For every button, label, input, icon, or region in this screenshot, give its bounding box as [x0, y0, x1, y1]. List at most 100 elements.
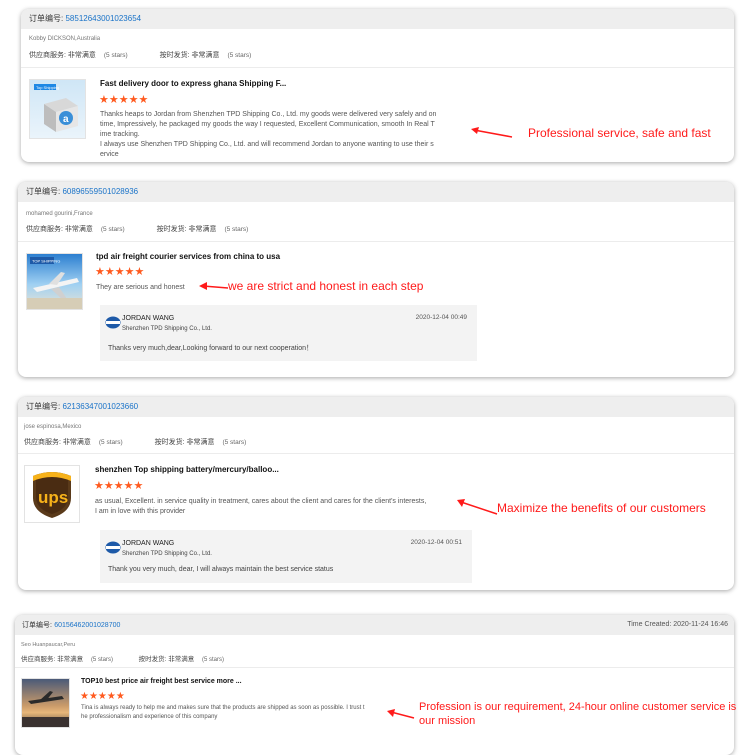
- airplane-sunset-image: [22, 691, 69, 727]
- supplier-service-label: 供应商服务:: [29, 52, 66, 59]
- divider: [18, 241, 734, 242]
- product-thumbnail[interactable]: [21, 678, 70, 728]
- product-thumbnail[interactable]: Top Shipping a: [29, 79, 86, 139]
- shipping-stars-note: (5 stars): [224, 226, 249, 233]
- airplane-image: TOP SHIPPING: [27, 257, 82, 309]
- supplier-stars-note: (5 stars): [90, 657, 113, 663]
- order-number-link[interactable]: 60896559501028936: [62, 187, 138, 196]
- product-title-link[interactable]: tpd air freight courier services from ch…: [96, 252, 280, 261]
- supplier-service-label: 供应商服务:: [26, 226, 63, 233]
- company-logo-icon: [105, 316, 121, 329]
- shipping-stars-note: (5 stars): [202, 657, 225, 663]
- supplier-service-value: 非常满意: [67, 52, 96, 59]
- shipping-label: 按时发货:: [156, 226, 187, 233]
- company-logo-icon: [105, 541, 121, 554]
- shipping-label: 按时发货:: [159, 52, 190, 59]
- annotation-arrow: [387, 709, 415, 719]
- review-line: ervice: [100, 151, 119, 158]
- order-number-link[interactable]: 62136347001023660: [62, 402, 138, 411]
- review-text: as usual, Excellent. in service quality …: [95, 497, 426, 517]
- order-bar: 订单编号: 62136347001023660: [18, 397, 734, 417]
- reply-text: Thank you very much, dear, I will always…: [108, 566, 334, 573]
- supplier-stars-note: (5 stars): [98, 439, 123, 446]
- review-text: Thanks heaps to Jordan from Shenzhen TPD…: [100, 110, 470, 160]
- ratings-row: 供应商服务: 非常满意 (5 stars) 按时发货: 非常满意 (5 star…: [29, 50, 251, 60]
- supplier-service-value: 非常满意: [62, 439, 91, 446]
- annotation-arrow: [471, 127, 513, 138]
- divider: [18, 453, 734, 454]
- ratings-row: 供应商服务: 非常满意 (5 stars) 按时发货: 非常满意 (5 star…: [26, 224, 248, 234]
- annotation-arrow: [457, 499, 498, 515]
- shipping-label: 按时发货:: [154, 439, 185, 446]
- annotation-text: Professional service, safe and fast: [528, 126, 711, 140]
- buyer-name: Seo Huanpaucar,Peru: [21, 642, 76, 648]
- time-created: Time Created: 2020-11-24 16:46: [627, 621, 728, 628]
- reply-author: JORDAN WANG: [122, 540, 175, 547]
- order-label: 订单编号:: [29, 14, 64, 23]
- buyer-name: jose espinosa,Mexico: [24, 424, 82, 430]
- shipping-value: 非常满意: [168, 656, 195, 663]
- annotation-text: Maximize the benefits of our customers: [497, 501, 706, 515]
- review-line: as usual, Excellent. in service quality …: [95, 498, 427, 505]
- review-line: Tina is always ready to help me and make…: [81, 705, 365, 711]
- supplier-stars-note: (5 stars): [100, 226, 125, 233]
- supplier-service-value: 非常满意: [57, 656, 84, 663]
- review-line: time, Impressively, he packaged my goods…: [100, 121, 435, 128]
- seller-reply: JORDAN WANG Shenzhen TPD Shipping Co., L…: [100, 530, 472, 583]
- product-title-link[interactable]: shenzhen Top shipping battery/mercury/ba…: [95, 465, 279, 474]
- supplier-service-label: 供应商服务:: [24, 439, 61, 446]
- reply-date: 2020-12-04 00:51: [410, 539, 462, 546]
- order-number-link[interactable]: 58512643001023654: [65, 14, 141, 23]
- product-title-link[interactable]: Fast delivery door to express ghana Ship…: [100, 79, 286, 88]
- rating-stars: ★★★★★: [94, 480, 144, 492]
- order-label: 订单编号:: [26, 187, 61, 196]
- review-line: Thanks heaps to Jordan from Shenzhen TPD…: [100, 111, 437, 118]
- svg-text:TOP SHIPPING: TOP SHIPPING: [32, 259, 60, 264]
- shipping-label: 按时发货:: [138, 656, 167, 663]
- shipping-value: 非常满意: [191, 52, 220, 59]
- annotation-line: our mission: [419, 715, 476, 727]
- review-card-4: 订单编号: 60156462001028700 Time Created: 20…: [15, 615, 734, 755]
- order-bar: 订单编号: 58512643001023654: [21, 9, 734, 29]
- review-line: I always use Shenzhen TPD Shipping Co., …: [100, 141, 434, 148]
- review-line: They are serious and honest: [96, 284, 185, 291]
- review-line: ime tracking.: [100, 131, 140, 138]
- annotation-text: we are strict and honest in each step: [228, 279, 424, 293]
- rating-stars: ★★★★★: [99, 94, 149, 106]
- shipping-value: 非常满意: [186, 439, 215, 446]
- reply-company: Shenzhen TPD Shipping Co., Ltd.: [122, 326, 212, 332]
- review-text: Tina is always ready to help me and make…: [81, 704, 365, 722]
- product-title-link[interactable]: TOP10 best price air freight best servic…: [81, 678, 242, 685]
- product-thumbnail[interactable]: ups: [24, 465, 80, 523]
- order-bar: 订单编号: 60156462001028700 Time Created: 20…: [15, 615, 734, 635]
- shipping-value: 非常满意: [188, 226, 217, 233]
- annotation-text: Profession is our requirement, 24-hour o…: [419, 700, 736, 728]
- seller-reply: JORDAN WANG Shenzhen TPD Shipping Co., L…: [100, 305, 477, 361]
- annotation-line: Profession is our requirement, 24-hour o…: [419, 701, 737, 713]
- rating-stars: ★★★★★: [95, 266, 145, 278]
- shipping-stars-note: (5 stars): [222, 439, 247, 446]
- svg-text:a: a: [63, 114, 69, 125]
- order-number-link[interactable]: 60156462001028700: [54, 622, 120, 629]
- annotation-arrow: [199, 282, 229, 290]
- divider: [15, 667, 734, 668]
- buyer-name: Kobby DICKSON,Australia: [29, 36, 101, 42]
- supplier-service-label: 供应商服务:: [21, 656, 56, 663]
- shipping-box-image: Top Shipping a: [34, 84, 78, 132]
- ratings-row: 供应商服务: 非常满意 (5 stars) 按时发货: 非常满意 (5 star…: [24, 437, 246, 447]
- ups-logo-icon: ups: [33, 472, 71, 518]
- product-thumbnail[interactable]: TOP SHIPPING: [26, 253, 83, 310]
- supplier-stars-note: (5 stars): [103, 52, 128, 59]
- review-card-3: 订单编号: 62136347001023660 jose espinosa,Me…: [18, 397, 734, 590]
- order-label: 订单编号:: [26, 402, 61, 411]
- shipping-stars-note: (5 stars): [227, 52, 252, 59]
- svg-text:ups: ups: [38, 488, 68, 507]
- reply-company: Shenzhen TPD Shipping Co., Ltd.: [122, 551, 212, 557]
- buyer-name: mohamed gourini,France: [26, 211, 93, 217]
- supplier-service-value: 非常满意: [64, 226, 93, 233]
- order-label: 订单编号:: [22, 622, 52, 629]
- reply-date: 2020-12-04 00:49: [415, 314, 467, 321]
- divider: [21, 67, 734, 68]
- reply-author: JORDAN WANG: [122, 315, 175, 322]
- review-text: They are serious and honest: [96, 283, 185, 293]
